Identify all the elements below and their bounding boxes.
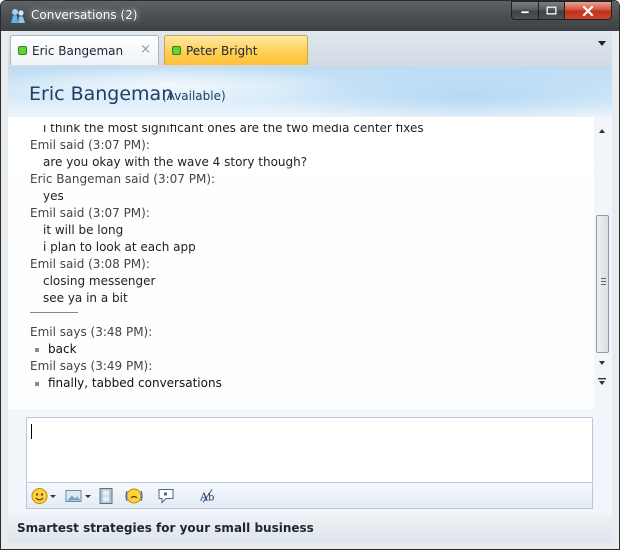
- message-input[interactable]: [26, 417, 593, 483]
- wink-image-icon[interactable]: [65, 487, 82, 505]
- message-sender: Emil says (3:49 PM):: [30, 359, 153, 373]
- text-caret: [31, 424, 32, 439]
- emoticon-dropdown-icon[interactable]: [50, 495, 56, 498]
- tab-list-chevron-icon[interactable]: [598, 41, 606, 46]
- close-button[interactable]: [564, 1, 612, 20]
- close-icon: [582, 5, 594, 16]
- film-icon[interactable]: [99, 487, 113, 505]
- message-sender: Emil said (3:08 PM):: [30, 257, 150, 271]
- minimize-icon: [520, 10, 530, 14]
- tab-peter-bright[interactable]: Peter Bright: [164, 35, 308, 65]
- message-history[interactable]: i think the most significant ones are th…: [8, 117, 594, 409]
- message-sender: Emil says (3:48 PM):: [30, 325, 153, 339]
- session-divider: [30, 312, 78, 313]
- message-text: are you okay with the wave 4 story thoug…: [43, 155, 308, 169]
- message-text: finally, tabbed conversations: [48, 376, 222, 390]
- tab-label: Eric Bangeman: [32, 43, 124, 58]
- tab-close-icon[interactable]: ×: [140, 42, 151, 57]
- nudge-icon[interactable]: [124, 487, 144, 505]
- image-dropdown-icon[interactable]: [85, 495, 91, 498]
- message-text: i think the most significant ones are th…: [43, 121, 424, 135]
- title-bar[interactable]: Conversations (2): [1, 1, 619, 31]
- tab-label: Peter Bright: [186, 43, 258, 58]
- message-scrollbar[interactable]: [595, 121, 611, 391]
- contact-header: Eric Bangeman (Available): [8, 67, 612, 117]
- voice-clip-icon[interactable]: [157, 487, 175, 505]
- ad-banner[interactable]: Smartest strategies for your small busin…: [8, 514, 612, 543]
- scroll-up-icon[interactable]: [599, 129, 605, 133]
- message-text: i plan to look at each app: [43, 240, 196, 254]
- minimize-button[interactable]: [511, 1, 539, 20]
- tab-bar: Eric Bangeman × Peter Bright: [8, 31, 612, 68]
- tab-eric-bangeman[interactable]: Eric Bangeman ×: [10, 35, 159, 65]
- message-text: see ya in a bit: [43, 291, 128, 305]
- message-text: it will be long: [43, 223, 124, 237]
- messenger-icon: [11, 9, 25, 23]
- grip-line: [601, 278, 606, 279]
- status-online-icon: [172, 46, 181, 55]
- scroll-down-icon[interactable]: [599, 361, 605, 365]
- status-online-icon: [18, 46, 27, 55]
- contact-status: (Available): [162, 89, 226, 103]
- message-sender: Emil said (3:07 PM):: [30, 138, 150, 152]
- message-text: closing messenger: [43, 274, 156, 288]
- maximize-icon: [546, 6, 557, 15]
- compose-toolbar: A b: [26, 483, 593, 509]
- window-title: Conversations (2): [31, 8, 138, 22]
- scroll-to-end-icon[interactable]: [597, 377, 607, 387]
- message-sender: Emil said (3:07 PM):: [30, 206, 150, 220]
- message-sender: Eric Bangeman said (3:07 PM):: [30, 172, 216, 186]
- ad-text[interactable]: Smartest strategies for your small busin…: [17, 521, 314, 535]
- conversation-window: Conversations (2) Eric Bangeman × Peter …: [0, 0, 620, 550]
- grip-line: [601, 281, 606, 282]
- emoticon-icon[interactable]: [31, 487, 48, 505]
- maximize-button[interactable]: [538, 1, 565, 20]
- message-text: yes: [43, 189, 64, 203]
- bullet-icon: [35, 382, 39, 386]
- bullet-icon: [35, 348, 39, 352]
- grip-line: [601, 284, 606, 285]
- message-text: back: [48, 342, 77, 356]
- font-icon[interactable]: A b: [199, 487, 217, 505]
- conversation-pane: Eric Bangeman (Available) i think the mo…: [8, 67, 612, 543]
- scroll-thumb[interactable]: [596, 215, 609, 353]
- contact-name[interactable]: Eric Bangeman: [29, 83, 173, 105]
